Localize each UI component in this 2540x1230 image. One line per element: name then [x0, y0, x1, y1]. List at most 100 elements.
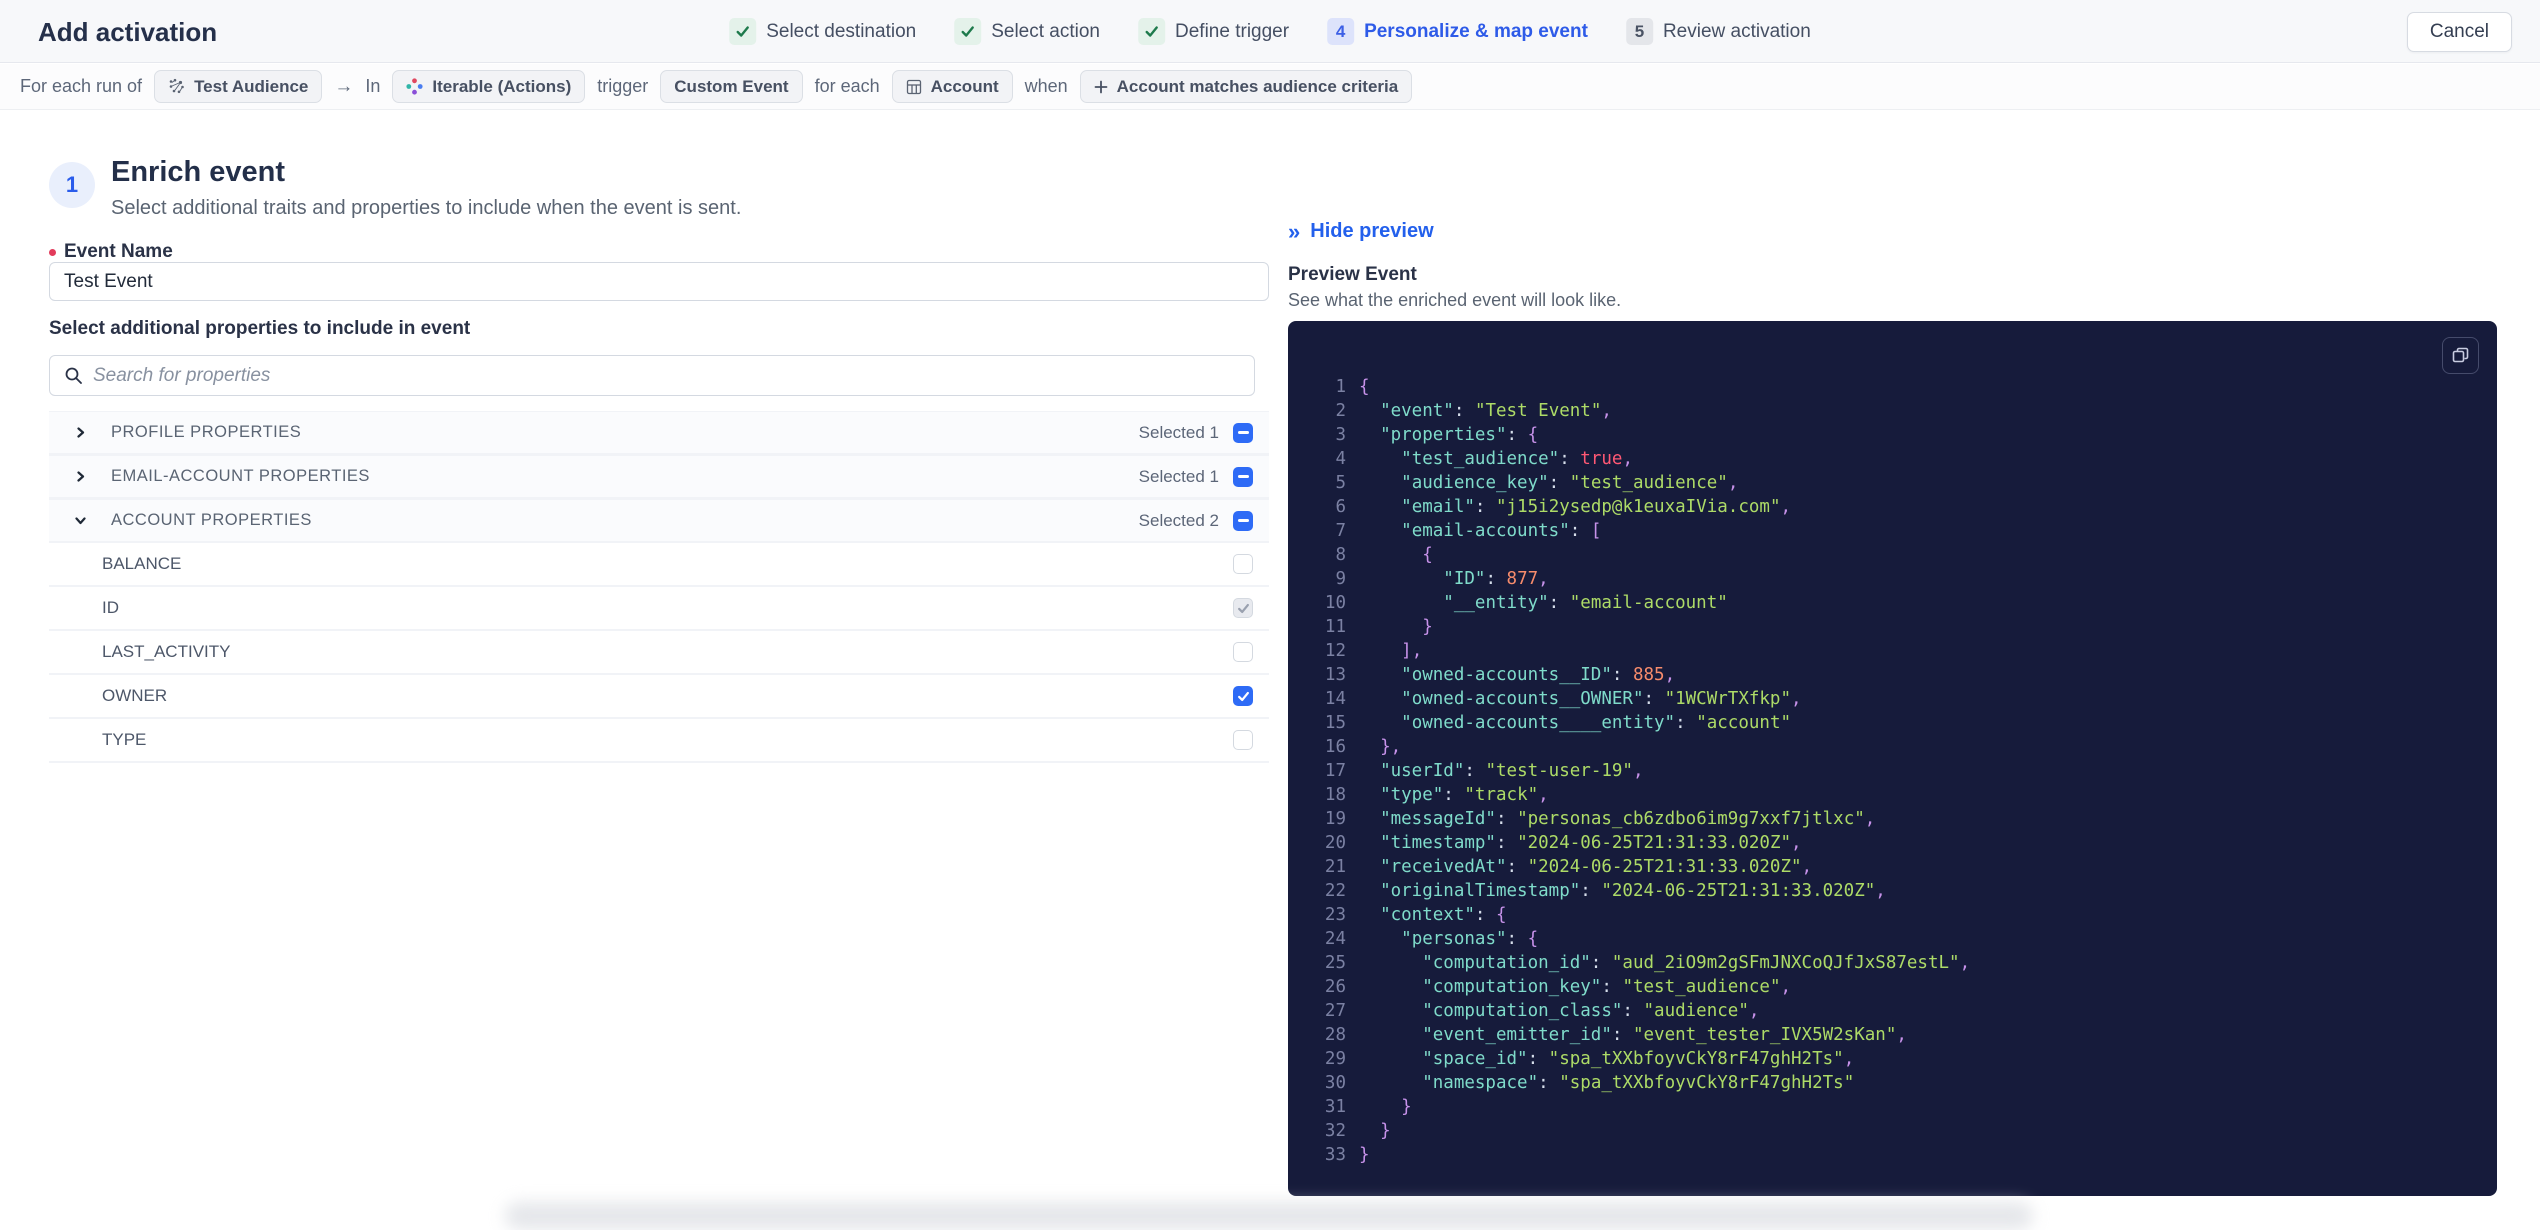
- code-line: 6 "email": "j15i2ysedp@k1euxaIVia.com",: [1288, 495, 2497, 519]
- code-line: 3 "properties": {: [1288, 423, 2497, 447]
- step-label: Define trigger: [1175, 20, 1290, 42]
- chip-label: Test Audience: [194, 76, 309, 96]
- line-number: 2: [1335, 401, 1346, 421]
- group-label: PROFILE PROPERTIES: [111, 423, 302, 441]
- code-line: 2 "event": "Test Event",: [1288, 399, 2497, 423]
- line-number: 9: [1335, 569, 1346, 589]
- line-number: 6: [1335, 497, 1346, 517]
- property-group-profile-properties[interactable]: PROFILE PROPERTIES Selected 1: [49, 411, 1269, 455]
- line-number: 28: [1324, 1025, 1346, 1045]
- line-number: 31: [1324, 1097, 1346, 1117]
- code-line: 12 ],: [1288, 639, 2497, 663]
- code-line: 8 {: [1288, 543, 2497, 567]
- code-line: 7 "email-accounts": [: [1288, 519, 2497, 543]
- property-checkbox[interactable]: [1233, 730, 1253, 750]
- chip-account[interactable]: Account: [891, 70, 1013, 103]
- line-number: 8: [1335, 545, 1346, 565]
- line-content: "owned-accounts____entity": "account": [1401, 713, 1792, 733]
- line-content: "messageId": "personas_cb6zdbo6im9g7xxf7…: [1380, 809, 1876, 829]
- audience-icon: [168, 78, 185, 95]
- cancel-button[interactable]: Cancel: [2406, 12, 2512, 52]
- chip-iterable-actions-[interactable]: Iterable (Actions): [392, 70, 586, 103]
- event-name-label: Event Name: [49, 241, 173, 263]
- chip-account-matches-audience-criteria[interactable]: Account matches audience criteria: [1079, 70, 1413, 103]
- hide-preview-link[interactable]: » Hide preview: [1288, 220, 1434, 243]
- chip-custom-event[interactable]: Custom Event: [660, 70, 803, 103]
- group-select-all-checkbox[interactable]: [1233, 466, 1253, 487]
- code-line: 17 "userId": "test-user-19",: [1288, 759, 2497, 783]
- event-name-input[interactable]: [49, 262, 1269, 301]
- line-content: }: [1401, 1097, 1412, 1117]
- line-number: 10: [1324, 593, 1346, 613]
- property-group-email-account-properties[interactable]: EMAIL-ACCOUNT PROPERTIES Selected 1: [49, 455, 1269, 499]
- stepper-step-2[interactable]: Select action: [954, 18, 1100, 45]
- additional-properties-label: Select additional properties to include …: [49, 318, 471, 339]
- line-content: "audience_key": "test_audience",: [1401, 473, 1739, 493]
- chip-test-audience[interactable]: Test Audience: [154, 70, 323, 103]
- property-label: TYPE: [102, 730, 147, 749]
- line-number: 20: [1324, 833, 1346, 853]
- plus-icon: [1094, 80, 1108, 94]
- code-line: 4 "test_audience": true,: [1288, 447, 2497, 471]
- copy-button[interactable]: [2442, 337, 2479, 374]
- code-line: 1{: [1288, 375, 2497, 399]
- line-content: "space_id": "spa_tXXbfoyvCkY8rF47ghH2Ts"…: [1422, 1049, 1855, 1069]
- line-content: {: [1422, 545, 1433, 565]
- code-line: 26 "computation_key": "test_audience",: [1288, 975, 2497, 999]
- selected-count: Selected 1: [1138, 466, 1219, 486]
- bottom-panel-shadow: [505, 1202, 2033, 1230]
- property-row-balance[interactable]: BALANCE: [49, 543, 1269, 587]
- chevron-right-icon: [49, 427, 111, 438]
- line-number: 22: [1324, 881, 1346, 901]
- line-content: "personas": {: [1401, 929, 1539, 949]
- property-group-account-properties[interactable]: ACCOUNT PROPERTIES Selected 2: [49, 499, 1269, 543]
- table-icon: [906, 79, 922, 95]
- property-row-id[interactable]: ID: [49, 587, 1269, 631]
- search-input[interactable]: [93, 356, 1254, 395]
- line-content: "context": {: [1380, 905, 1507, 925]
- property-row-type[interactable]: TYPE: [49, 719, 1269, 763]
- code-line: 25 "computation_id": "aud_2iO9m2gSFmJNXC…: [1288, 951, 2497, 975]
- line-content: "receivedAt": "2024-06-25T21:31:33.020Z"…: [1380, 857, 1813, 877]
- group-select-all-checkbox[interactable]: [1233, 422, 1253, 443]
- line-content: {: [1359, 377, 1370, 397]
- step-label: Select destination: [766, 20, 917, 42]
- code-line: 32 }: [1288, 1119, 2497, 1143]
- selected-count: Selected 2: [1138, 510, 1219, 530]
- line-number: 4: [1335, 449, 1346, 469]
- line-number: 17: [1324, 761, 1346, 781]
- line-content: },: [1380, 737, 1402, 757]
- line-number: 33: [1324, 1145, 1346, 1165]
- code-line: 31 }: [1288, 1095, 2497, 1119]
- line-content: "owned-accounts__ID": 885,: [1401, 665, 1676, 685]
- line-number: 14: [1324, 689, 1346, 709]
- chip-label: Account matches audience criteria: [1116, 76, 1399, 96]
- section-title: Enrich event: [111, 156, 286, 188]
- line-number: 5: [1335, 473, 1346, 493]
- sentence-text: for each: [814, 76, 880, 96]
- line-content: }: [1359, 1145, 1370, 1165]
- line-number: 26: [1324, 977, 1346, 997]
- line-number: 27: [1324, 1001, 1346, 1021]
- iterable-icon: [406, 78, 423, 95]
- page-title: Add activation: [38, 17, 218, 47]
- property-row-owner[interactable]: OWNER: [49, 675, 1269, 719]
- stepper-step-4[interactable]: 4 Personalize & map event: [1327, 18, 1588, 45]
- property-row-last-activity[interactable]: LAST_ACTIVITY: [49, 631, 1269, 675]
- stepper-step-5[interactable]: 5 Review activation: [1625, 18, 1811, 45]
- property-checkbox[interactable]: [1233, 642, 1253, 662]
- preview-subtitle: See what the enriched event will look li…: [1288, 290, 1622, 310]
- line-content: "email": "j15i2ysedp@k1euxaIVia.com",: [1401, 497, 1792, 517]
- property-checkbox[interactable]: [1233, 554, 1253, 574]
- line-number: 25: [1324, 953, 1346, 973]
- line-content: "event": "Test Event",: [1380, 401, 1612, 421]
- property-label: OWNER: [102, 686, 168, 705]
- property-checkbox: [1233, 598, 1253, 618]
- property-checkbox[interactable]: [1233, 686, 1253, 706]
- group-select-all-checkbox[interactable]: [1233, 510, 1253, 531]
- stepper-step-1[interactable]: Select destination: [729, 18, 916, 45]
- stepper-step-3[interactable]: Define trigger: [1138, 18, 1289, 45]
- line-content: "__entity": "email-account": [1443, 593, 1728, 613]
- line-number: 7: [1335, 521, 1346, 541]
- preview-title: Preview Event: [1288, 264, 1417, 285]
